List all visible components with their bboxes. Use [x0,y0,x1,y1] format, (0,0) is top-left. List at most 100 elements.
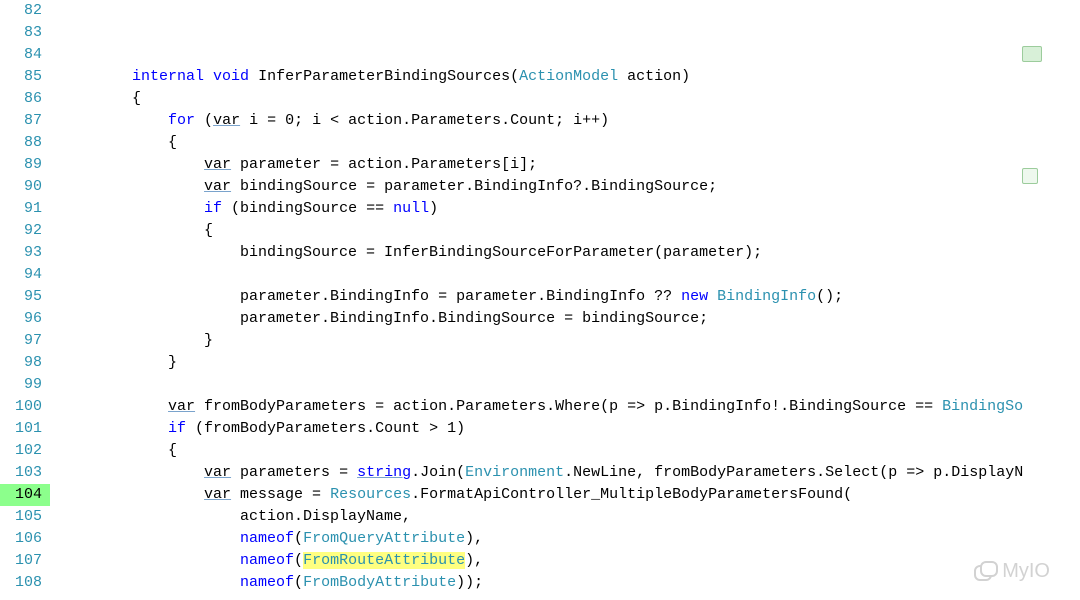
line-number: 90 [0,176,50,198]
line-number: 86 [0,88,50,110]
code-token: FromRouteAttribute [303,552,465,569]
line-number: 92 [0,220,50,242]
code-line[interactable]: if (fromBodyParameters.Count > 1) [60,418,1080,440]
code-token: fromBodyParameters = action.Parameters.W… [195,398,942,415]
line-number: 87 [0,110,50,132]
code-token: for [168,112,195,129]
code-line[interactable]: var message = Resources.FormatApiControl… [60,484,1080,506]
line-number: 96 [0,308,50,330]
outline-margin [1022,2,1076,228]
code-line[interactable]: } [60,352,1080,374]
code-area[interactable]: internal void InferParameterBindingSourc… [50,0,1080,600]
code-token: ( [294,530,303,547]
code-token: internal [132,68,204,85]
code-token: { [168,442,177,459]
code-token: var [204,464,231,481]
code-token: } [204,332,213,349]
code-line[interactable]: var parameters = string.Join(Environment… [60,462,1080,484]
code-line[interactable]: action.DisplayName, [60,506,1080,528]
line-number: 83 [0,22,50,44]
line-number: 89 [0,154,50,176]
line-number: 104 [0,484,50,506]
line-number: 102 [0,440,50,462]
code-line[interactable]: { [60,440,1080,462]
code-token: action.DisplayName, [240,508,411,525]
code-token: ), [465,552,483,569]
code-token: if [204,200,222,217]
code-token: nameof [240,552,294,569]
code-token: var [213,112,240,129]
watermark: MyIO [974,560,1050,582]
code-line[interactable] [60,374,1080,396]
code-nav-icon[interactable] [1022,168,1038,184]
line-number: 88 [0,132,50,154]
code-line[interactable]: { [60,132,1080,154]
line-number: 95 [0,286,50,308]
code-line[interactable]: nameof(FromQueryAttribute), [60,528,1080,550]
code-token: InferParameterBindingSources( [249,68,519,85]
code-line[interactable]: for (var i = 0; i < action.Parameters.Co… [60,110,1080,132]
code-token: parameter.BindingInfo = parameter.Bindin… [240,288,681,305]
line-number-gutter: 8283848586878889909192939495969798991001… [0,0,50,600]
line-number: 98 [0,352,50,374]
line-number: 100 [0,396,50,418]
code-line[interactable]: parameter.BindingInfo = parameter.Bindin… [60,286,1080,308]
code-line[interactable]: internal void InferParameterBindingSourc… [60,66,1080,88]
code-token: nameof [240,574,294,591]
code-token [204,68,213,85]
code-token: { [132,90,141,107]
code-token: .FormatApiController_MultipleBodyParamet… [411,486,852,503]
line-number: 99 [0,374,50,396]
code-line[interactable]: var fromBodyParameters = action.Paramete… [60,396,1080,418]
line-number: 94 [0,264,50,286]
line-number: 97 [0,330,50,352]
code-token: FromQueryAttribute [303,530,465,547]
code-token: new [681,288,708,305]
code-token: nameof [240,530,294,547]
code-line[interactable]: { [60,88,1080,110]
code-token: FromBodyAttribute [303,574,456,591]
code-token: null [393,200,429,217]
code-token: ( [195,112,213,129]
code-token: parameters = [231,464,357,481]
code-map-icon[interactable] [1022,46,1042,62]
code-token: } [168,354,177,371]
line-number: 84 [0,44,50,66]
watermark-text: MyIO [1002,560,1050,582]
code-line[interactable]: parameter.BindingInfo.BindingSource = bi… [60,308,1080,330]
code-line[interactable] [60,264,1080,286]
code-token: parameter.BindingInfo.BindingSource = bi… [240,310,708,327]
code-line[interactable]: bindingSource = InferBindingSourceForPar… [60,242,1080,264]
code-token: var [168,398,195,415]
line-number: 82 [0,0,50,22]
code-line[interactable]: { [60,220,1080,242]
code-token: .Join( [411,464,465,481]
code-line[interactable]: var parameter = action.Parameters[i]; [60,154,1080,176]
code-token: Resources [330,486,411,503]
line-number: 93 [0,242,50,264]
code-token: (fromBodyParameters.Count > 1) [186,420,465,437]
code-token: BindingInfo [717,288,816,305]
code-line[interactable]: var bindingSource = parameter.BindingInf… [60,176,1080,198]
code-line[interactable]: } [60,330,1080,352]
code-token: var [204,156,231,173]
line-number: 101 [0,418,50,440]
code-token: ( [294,552,303,569]
code-token: ( [294,574,303,591]
code-token: action) [618,68,690,85]
code-line[interactable]: nameof(FromBodyAttribute)); [60,572,1080,594]
code-token: parameter = action.Parameters[i]; [231,156,537,173]
code-line[interactable] [60,594,1080,600]
line-number: 105 [0,506,50,528]
code-token: var [204,178,231,195]
line-number: 91 [0,198,50,220]
line-number: 106 [0,528,50,550]
code-token: Environment [465,464,564,481]
code-line[interactable]: if (bindingSource == null) [60,198,1080,220]
code-token: string [357,464,411,481]
code-token: )); [456,574,483,591]
code-token: (bindingSource == [222,200,393,217]
code-editor[interactable]: 8283848586878889909192939495969798991001… [0,0,1080,600]
line-number: 85 [0,66,50,88]
code-line[interactable]: nameof(FromRouteAttribute), [60,550,1080,572]
